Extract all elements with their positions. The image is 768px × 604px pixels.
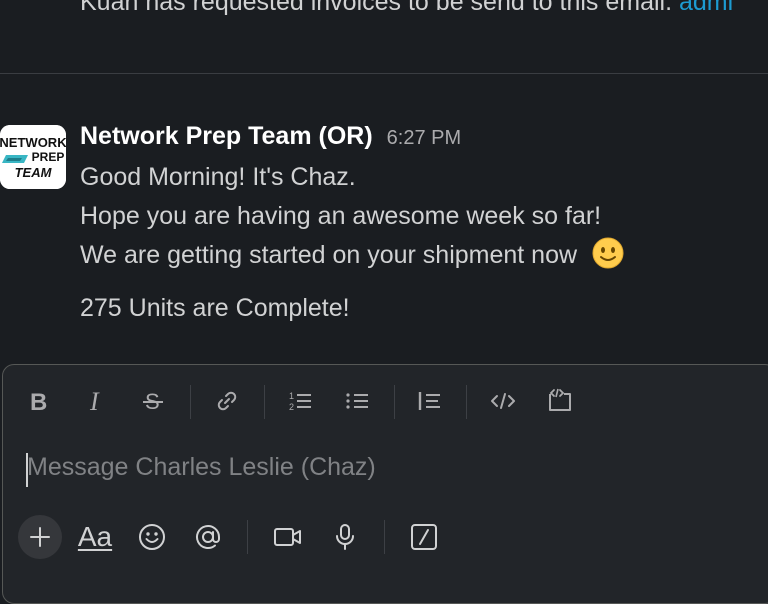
italic-icon: I xyxy=(89,389,100,413)
audio-clip-button[interactable] xyxy=(323,515,367,559)
at-sign-icon xyxy=(196,525,220,549)
smiley-icon xyxy=(139,524,165,550)
previous-message-text: Kuan has requested invoices to be send t… xyxy=(80,0,679,16)
message-line: Hope you are having an awesome week so f… xyxy=(80,202,602,230)
blockquote-button[interactable] xyxy=(411,381,447,421)
numbered-list-button[interactable]: 1 2 xyxy=(282,381,318,421)
message-line: Good Morning! It's Chaz. xyxy=(80,163,356,191)
svg-text:1: 1 xyxy=(289,391,294,401)
svg-text:I: I xyxy=(89,389,100,413)
code-button[interactable] xyxy=(485,381,521,421)
formatting-toolbar: B I S 1 2 xyxy=(3,381,768,421)
toolbar-separator xyxy=(394,385,395,419)
message: Network Prep Team (OR) 6:27 PM Good Morn… xyxy=(80,122,768,328)
bulleted-list-icon xyxy=(346,393,368,409)
sender-name[interactable]: Network Prep Team (OR) xyxy=(80,122,373,151)
code-block-button[interactable] xyxy=(542,381,578,421)
numbered-list-icon: 1 2 xyxy=(289,391,311,412)
bulleted-list-button[interactable] xyxy=(339,381,375,421)
code-block-icon xyxy=(549,388,571,411)
format-label: Aa xyxy=(77,521,113,552)
previous-message: Kuan has requested invoices to be send t… xyxy=(80,0,733,17)
message-timestamp[interactable]: 6:27 PM xyxy=(387,127,461,150)
video-clip-button[interactable] xyxy=(266,515,310,559)
bold-icon: B xyxy=(30,389,47,413)
toolbar-separator xyxy=(384,520,385,554)
blockquote-icon xyxy=(418,392,440,410)
bold-button[interactable]: B xyxy=(21,381,57,421)
toolbar-separator xyxy=(264,385,265,419)
code-icon xyxy=(491,393,515,409)
composer-actions: Aa xyxy=(3,515,768,559)
message-line: 275 Units are Complete! xyxy=(80,294,350,322)
avatar[interactable]: NETWORK PREP TEAM xyxy=(0,125,66,189)
emoji-button[interactable] xyxy=(130,515,174,559)
network-prep-logo: NETWORK PREP TEAM xyxy=(0,125,66,189)
shortcuts-button[interactable] xyxy=(402,515,446,559)
avatar-line3: TEAM xyxy=(15,165,53,180)
svg-text:B: B xyxy=(30,389,47,413)
italic-button[interactable]: I xyxy=(78,381,114,421)
avatar-line1: NETWORK xyxy=(0,135,66,150)
toolbar-separator xyxy=(466,385,467,419)
svg-text:2: 2 xyxy=(289,402,294,412)
link-icon xyxy=(217,391,237,411)
avatar-line2: PREP xyxy=(32,150,65,164)
message-line-with-emoji: We are getting started on your shipment … xyxy=(80,236,768,275)
microphone-icon xyxy=(336,524,354,550)
mention-button[interactable] xyxy=(186,515,230,559)
formatting-toggle-button[interactable]: Aa xyxy=(73,515,117,559)
slash-command-icon xyxy=(411,524,437,550)
slightly-smiling-face-icon xyxy=(592,237,624,269)
video-camera-icon xyxy=(274,528,301,546)
toolbar-separator xyxy=(247,520,248,554)
previous-message-link[interactable]: admi xyxy=(679,0,733,16)
message-divider xyxy=(0,73,768,74)
plus-icon xyxy=(30,527,50,547)
message-input[interactable]: Message Charles Leslie (Chaz) xyxy=(27,453,376,482)
message-header: Network Prep Team (OR) 6:27 PM xyxy=(80,122,768,158)
strikethrough-icon: S xyxy=(143,389,163,413)
link-button[interactable] xyxy=(209,381,245,421)
message-line: We are getting started on your shipment … xyxy=(80,241,578,269)
toolbar-separator xyxy=(190,385,191,419)
attach-button[interactable] xyxy=(18,515,62,559)
message-composer[interactable]: B I S 1 2 xyxy=(2,364,768,604)
strikethrough-button[interactable]: S xyxy=(135,381,171,421)
